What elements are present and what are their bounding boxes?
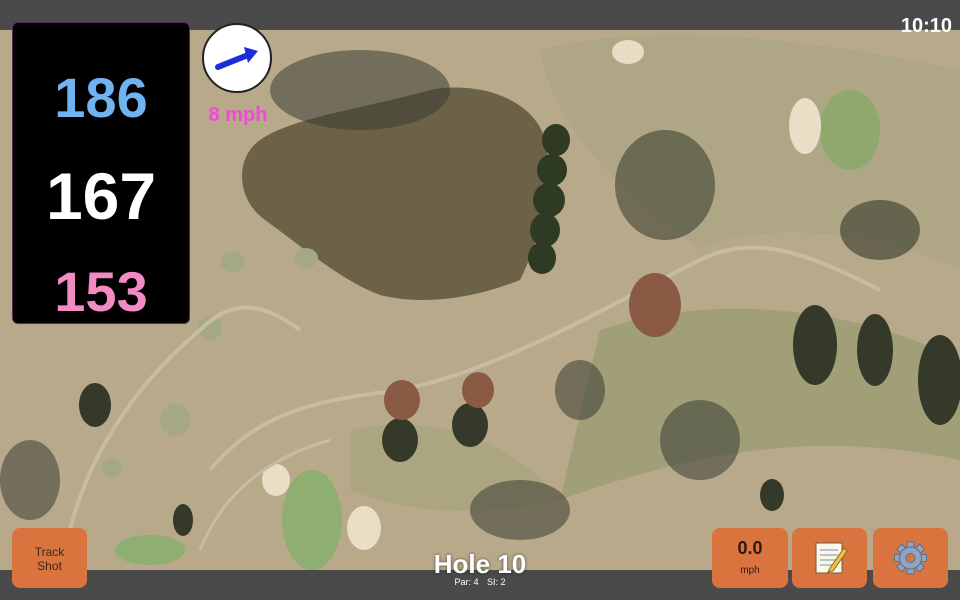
distance-middle: 167 <box>45 159 157 233</box>
notes-button[interactable] <box>792 528 867 588</box>
distance-back: 186 <box>54 66 148 129</box>
wind-speed-label: 8 mph <box>208 104 268 126</box>
speed-value: 0.0 <box>737 538 763 558</box>
distance-panel: 186 167 153 <box>12 22 190 324</box>
speed-unit: mph <box>740 565 760 576</box>
track-shot-label-2: Shot <box>37 559 62 573</box>
status-clock: 10:10 <box>900 15 952 37</box>
gear-icon <box>894 541 927 575</box>
hole-meta: Par: 4 SI: 2 <box>380 577 580 587</box>
distance-front: 153 <box>54 260 148 323</box>
settings-button[interactable] <box>873 528 948 588</box>
hole-stroke-index: SI: 2 <box>487 577 506 587</box>
notepad-icon <box>815 542 848 574</box>
track-shot-button[interactable]: Track Shot <box>12 528 87 588</box>
wind-indicator[interactable] <box>202 23 272 93</box>
speed-button[interactable]: 0.0 mph <box>712 528 788 588</box>
hole-par: Par: 4 <box>454 577 479 587</box>
wind-arrow-icon <box>215 47 258 70</box>
track-shot-label-1: Track <box>34 545 65 559</box>
hole-title: Hole 10 <box>433 549 527 579</box>
